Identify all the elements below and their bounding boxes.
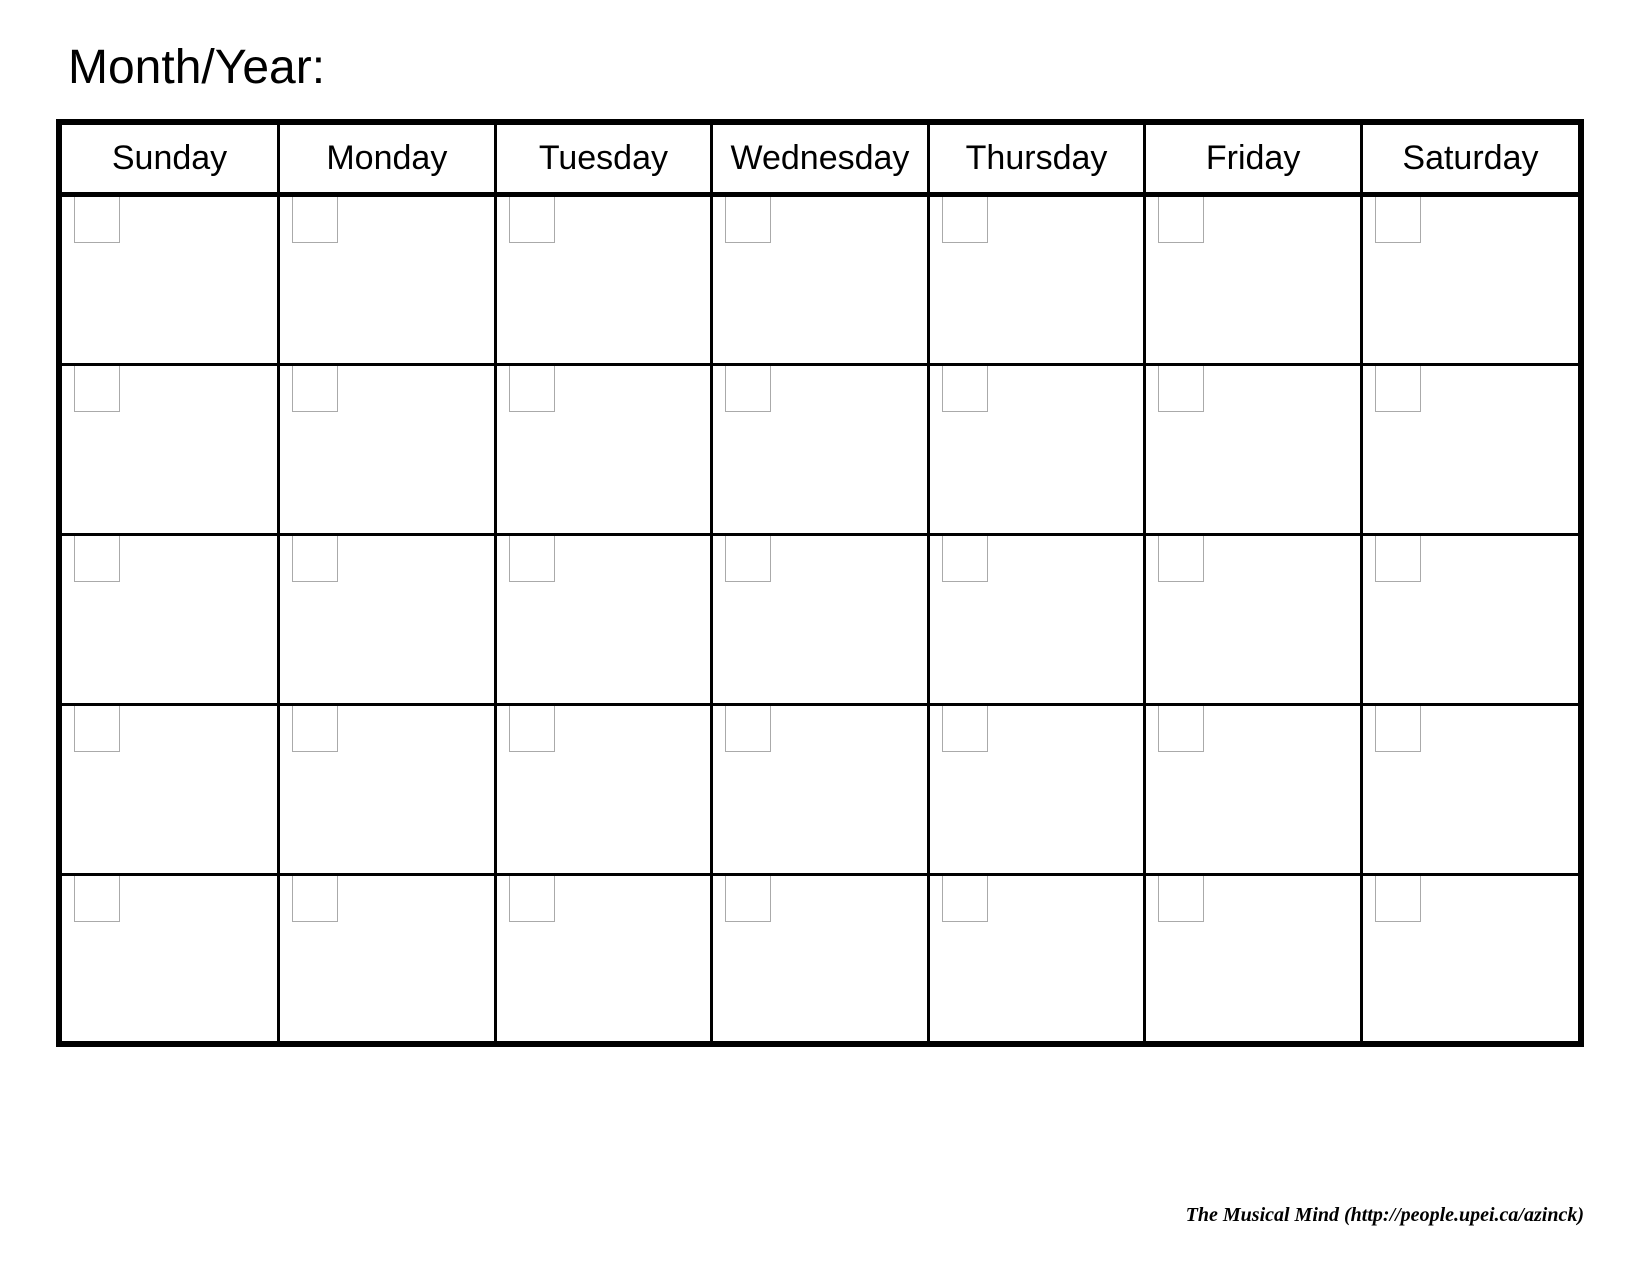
date-number-box — [942, 366, 988, 412]
calendar-day-cell — [1145, 535, 1362, 705]
day-header: Friday — [1145, 125, 1362, 195]
calendar-table: Sunday Monday Tuesday Wednesday Thursday… — [62, 125, 1578, 1041]
calendar-week-row — [62, 875, 1578, 1041]
date-number-box — [1375, 366, 1421, 412]
date-number-box — [1158, 876, 1204, 922]
calendar-day-cell — [928, 875, 1145, 1041]
calendar-header-row: Sunday Monday Tuesday Wednesday Thursday… — [62, 125, 1578, 195]
calendar-day-cell — [1361, 535, 1578, 705]
calendar-day-cell — [62, 875, 279, 1041]
date-number-box — [292, 706, 338, 752]
day-header: Tuesday — [495, 125, 712, 195]
calendar-day-cell — [495, 365, 712, 535]
calendar-day-cell — [1361, 705, 1578, 875]
calendar-day-cell — [712, 705, 929, 875]
calendar-day-cell — [928, 705, 1145, 875]
date-number-box — [1158, 197, 1204, 243]
date-number-box — [509, 197, 555, 243]
calendar-body — [62, 195, 1578, 1041]
date-number-box — [74, 197, 120, 243]
date-number-box — [292, 876, 338, 922]
date-number-box — [725, 197, 771, 243]
calendar-day-cell — [279, 535, 496, 705]
date-number-box — [725, 876, 771, 922]
calendar-day-cell — [279, 195, 496, 365]
calendar-day-cell — [62, 535, 279, 705]
calendar-day-cell — [495, 195, 712, 365]
date-number-box — [942, 876, 988, 922]
date-number-box — [942, 706, 988, 752]
calendar-day-cell — [928, 365, 1145, 535]
date-number-box — [725, 706, 771, 752]
date-number-box — [74, 706, 120, 752]
date-number-box — [1158, 706, 1204, 752]
calendar-day-cell — [1145, 195, 1362, 365]
calendar-day-cell — [1145, 365, 1362, 535]
date-number-box — [1375, 197, 1421, 243]
date-number-box — [1158, 366, 1204, 412]
date-number-box — [74, 366, 120, 412]
calendar-day-cell — [495, 875, 712, 1041]
date-number-box — [292, 197, 338, 243]
calendar-day-cell — [712, 875, 929, 1041]
date-number-box — [1158, 536, 1204, 582]
calendar-day-cell — [62, 705, 279, 875]
day-header: Saturday — [1361, 125, 1578, 195]
date-number-box — [74, 876, 120, 922]
calendar-day-cell — [279, 705, 496, 875]
calendar-week-row — [62, 705, 1578, 875]
calendar-day-cell — [1361, 195, 1578, 365]
calendar-day-cell — [1361, 365, 1578, 535]
date-number-box — [292, 536, 338, 582]
calendar-day-cell — [62, 195, 279, 365]
date-number-box — [1375, 876, 1421, 922]
calendar-week-row — [62, 195, 1578, 365]
calendar-day-cell — [62, 365, 279, 535]
calendar-container: Sunday Monday Tuesday Wednesday Thursday… — [56, 119, 1584, 1047]
date-number-box — [942, 536, 988, 582]
date-number-box — [1375, 706, 1421, 752]
day-header: Wednesday — [712, 125, 929, 195]
date-number-box — [942, 197, 988, 243]
calendar-day-cell — [1145, 875, 1362, 1041]
date-number-box — [1375, 536, 1421, 582]
calendar-week-row — [62, 535, 1578, 705]
date-number-box — [292, 366, 338, 412]
calendar-day-cell — [928, 195, 1145, 365]
date-number-box — [725, 366, 771, 412]
day-header: Thursday — [928, 125, 1145, 195]
calendar-day-cell — [712, 535, 929, 705]
footer-credit: The Musical Mind (http://people.upei.ca/… — [1186, 1204, 1584, 1227]
day-header: Monday — [279, 125, 496, 195]
calendar-day-cell — [279, 365, 496, 535]
calendar-day-cell — [712, 365, 929, 535]
calendar-day-cell — [712, 195, 929, 365]
date-number-box — [509, 536, 555, 582]
calendar-day-cell — [928, 535, 1145, 705]
calendar-week-row — [62, 365, 1578, 535]
calendar-day-cell — [1361, 875, 1578, 1041]
day-header: Sunday — [62, 125, 279, 195]
calendar-day-cell — [279, 875, 496, 1041]
date-number-box — [509, 366, 555, 412]
date-number-box — [725, 536, 771, 582]
calendar-day-cell — [495, 705, 712, 875]
page-title: Month/Year: — [56, 40, 1584, 95]
date-number-box — [509, 706, 555, 752]
calendar-day-cell — [495, 535, 712, 705]
calendar-day-cell — [1145, 705, 1362, 875]
date-number-box — [509, 876, 555, 922]
date-number-box — [74, 536, 120, 582]
